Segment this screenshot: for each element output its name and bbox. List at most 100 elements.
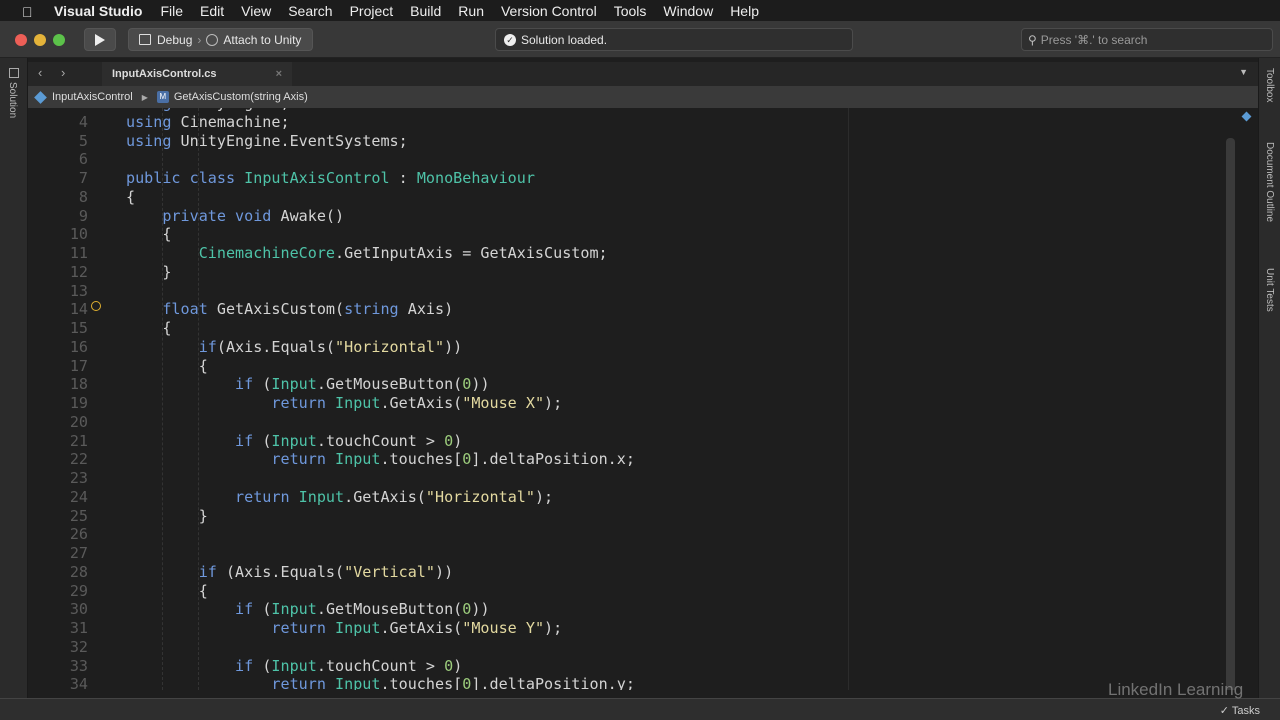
solution-icon <box>9 68 19 78</box>
code-token: return <box>126 394 336 412</box>
search-placeholder: Press '⌘.' to search <box>1040 32 1148 47</box>
code-token: Input <box>335 450 381 469</box>
code-token: UnityEngine; <box>171 108 290 112</box>
line-number: 21 <box>69 431 88 450</box>
line-text: { <box>126 357 208 376</box>
breadcrumb-method[interactable]: GetAxisCustom(string Axis) <box>174 91 308 103</box>
code-token: ( <box>253 600 272 619</box>
code-token: } <box>126 262 172 281</box>
code-token: private void <box>126 206 272 225</box>
search-icon: ⚲ <box>1028 32 1037 47</box>
menu-help[interactable]: Help <box>730 3 759 19</box>
config-label[interactable]: Debug <box>157 33 192 47</box>
zoom-window-button[interactable] <box>53 34 65 46</box>
search-input[interactable]: ⚲ Press '⌘.' to search <box>1021 28 1273 51</box>
status-bar: ✓ Tasks <box>0 698 1280 720</box>
nav-back-icon[interactable]: ‹ <box>38 65 42 80</box>
line-number: 25 <box>69 506 88 525</box>
code-token: Input <box>271 656 317 675</box>
code-token: .touches[ <box>380 675 463 690</box>
line-text: if (Input.GetMouseButton(0)) <box>126 600 490 619</box>
status-display: ✓ Solution loaded. <box>495 28 853 51</box>
line-number: 7 <box>78 169 88 187</box>
menu-app-name[interactable]: Visual Studio <box>54 3 142 19</box>
code-token: Axis) <box>398 300 454 319</box>
code-token: ].deltaPosition.y; <box>471 675 635 690</box>
code-token: 0 <box>444 431 454 450</box>
code-token: { <box>126 581 208 600</box>
toolbox-pad-tab[interactable]: Toolbox <box>1264 68 1275 102</box>
breadcrumb-class[interactable]: InputAxisControl <box>52 91 133 103</box>
code-editor[interactable]: 3using UnityEngine;4using Cinemachine;5u… <box>28 108 1258 690</box>
unit-tests-pad-tab[interactable]: Unit Tests <box>1264 268 1275 312</box>
code-token: return <box>126 675 336 690</box>
code-token: .touchCount > <box>316 656 445 675</box>
code-token: using <box>126 108 171 112</box>
code-token: Input <box>298 487 345 506</box>
code-token: UnityEngine.EventSystems; <box>171 131 408 150</box>
solution-pad-tab[interactable]: Solution <box>7 82 18 118</box>
code-token: if <box>126 375 254 394</box>
menu-run[interactable]: Run <box>458 3 484 19</box>
code-token: .GetMouseButton( <box>316 600 463 619</box>
line-text: { <box>126 319 171 338</box>
run-button[interactable] <box>84 28 116 51</box>
run-configuration-selector[interactable]: Debug › Attach to Unity <box>128 28 313 51</box>
line-number: 33 <box>69 656 88 675</box>
line-text: { <box>126 188 135 207</box>
code-token: MonoBehaviour <box>416 169 535 187</box>
line-number: 12 <box>69 262 88 281</box>
tab-list-dropdown-icon[interactable]: ▼ <box>1239 67 1248 77</box>
menu-build[interactable]: Build <box>410 3 441 19</box>
code-token: string <box>344 300 399 319</box>
menu-view[interactable]: View <box>241 3 271 19</box>
code-token: "Horizontal" <box>425 487 535 506</box>
document-outline-pad-tab[interactable]: Document Outline <box>1264 142 1275 222</box>
linkedin-learning-watermark: LinkedIn Learning <box>1108 680 1244 699</box>
tab-inputaxiscontrol[interactable]: InputAxisControl.cs × <box>102 62 292 86</box>
code-token: "Mouse Y" <box>462 619 545 637</box>
code-token: Input <box>271 600 317 619</box>
code-token: Input <box>271 431 317 450</box>
code-token: { <box>126 319 172 337</box>
breadcrumb: InputAxisControl ▶ M GetAxisCustom(strin… <box>28 86 1258 108</box>
line-text: public class InputAxisControl : MonoBeha… <box>126 169 535 188</box>
line-number: 8 <box>78 187 88 206</box>
nav-forward-icon[interactable]: › <box>61 65 65 80</box>
minimize-window-button[interactable] <box>34 34 46 46</box>
code-token: Input <box>335 394 381 412</box>
menu-project[interactable]: Project <box>350 3 394 19</box>
line-text: return Input.GetAxis("Mouse Y"); <box>126 619 562 638</box>
line-number: 34 <box>69 675 88 690</box>
line-text: return Input.touches[0].deltaPosition.y; <box>126 675 635 690</box>
code-token: 0 <box>462 600 472 619</box>
lightbulb-icon[interactable] <box>91 301 101 311</box>
status-text: Solution loaded. <box>521 32 608 47</box>
menu-tools[interactable]: Tools <box>614 3 647 19</box>
menu-search[interactable]: Search <box>288 3 332 19</box>
menu-version-control[interactable]: Version Control <box>501 3 597 19</box>
line-text: if (Axis.Equals("Vertical")) <box>126 563 453 582</box>
line-text: { <box>126 225 171 244</box>
code-token: .GetInputAxis = GetAxisCustom; <box>335 244 608 262</box>
line-text: using Cinemachine; <box>126 113 290 132</box>
code-token: CinemachineCore <box>126 244 336 262</box>
tasks-button[interactable]: ✓ Tasks <box>1220 704 1260 717</box>
vertical-scrollbar[interactable] <box>1226 138 1235 690</box>
line-number: 11 <box>69 244 88 262</box>
line-number: 24 <box>69 487 88 506</box>
code-token: return <box>126 487 299 506</box>
menu-file[interactable]: File <box>160 3 183 19</box>
checkmark-icon: ✓ <box>504 33 516 46</box>
close-window-button[interactable] <box>15 34 27 46</box>
menu-edit[interactable]: Edit <box>200 3 224 19</box>
code-token: .touches[ <box>380 450 463 469</box>
apple-icon[interactable]:  <box>22 4 40 20</box>
target-label[interactable]: Attach to Unity <box>223 33 301 47</box>
code-token: { <box>126 356 208 375</box>
menu-bar:  Visual Studio File Edit View Search Pr… <box>0 0 1280 21</box>
menu-window[interactable]: Window <box>663 3 713 19</box>
code-token: ) <box>453 656 463 675</box>
close-tab-icon[interactable]: × <box>276 68 282 80</box>
code-token: Cinemachine; <box>171 112 290 131</box>
